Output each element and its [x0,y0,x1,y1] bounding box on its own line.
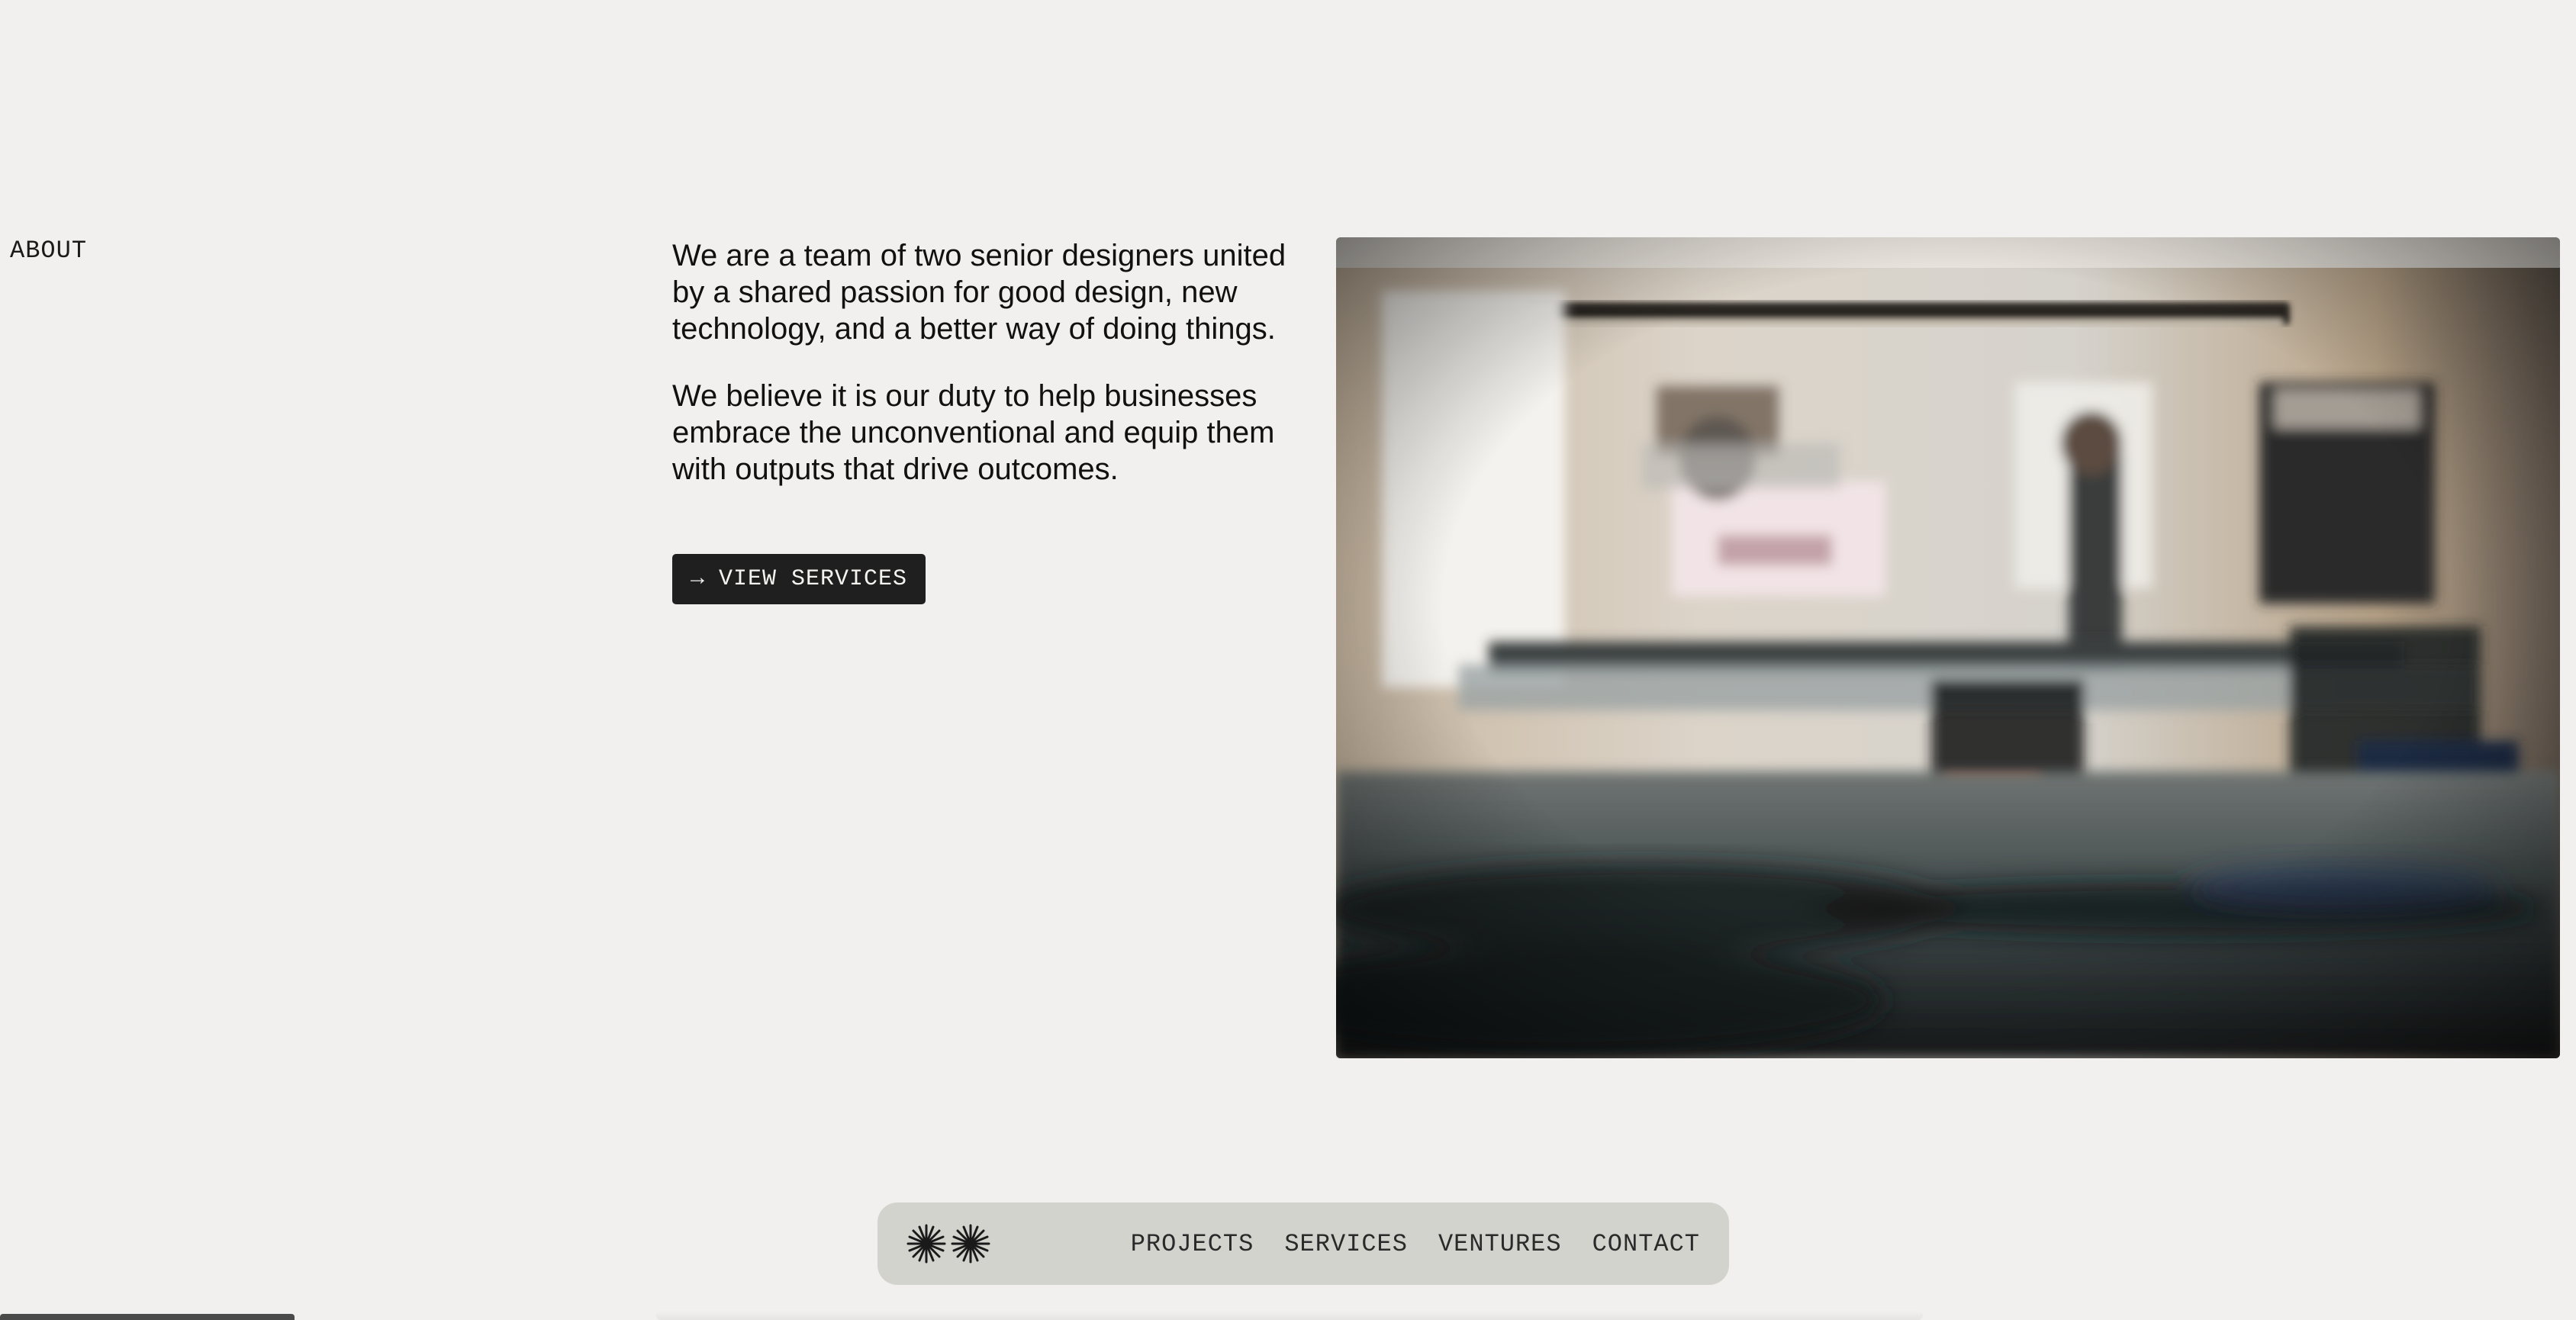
view-services-button[interactable]: → VIEW SERVICES [672,554,926,604]
nav-link-contact[interactable]: CONTACT [1592,1230,1700,1258]
about-text-block: We are a team of two senior designers un… [672,237,1309,518]
view-services-label: VIEW SERVICES [719,566,908,592]
about-paragraph-1: We are a team of two senior designers un… [672,239,1286,346]
double-starburst-logo-icon[interactable] [905,1222,992,1265]
arrow-right-icon: → [691,566,706,592]
section-label-about: ABOUT [10,237,88,265]
nav-links: PROJECTS SERVICES VENTURES CONTACT [1131,1202,1700,1285]
nav-link-services[interactable]: SERVICES [1284,1230,1408,1258]
page: ABOUT We are a team of two senior design… [0,0,2576,1320]
bottom-navigation: PROJECTS SERVICES VENTURES CONTACT [877,1202,1729,1285]
about-paragraph-2: We believe it is our duty to help busine… [672,379,1275,486]
nav-link-ventures[interactable]: VENTURES [1438,1230,1562,1258]
nav-link-projects[interactable]: PROJECTS [1131,1230,1254,1258]
bottom-edge-bar [0,1314,295,1320]
bottom-edge-shadow [656,1311,1923,1320]
office-photo [1336,237,2560,1058]
